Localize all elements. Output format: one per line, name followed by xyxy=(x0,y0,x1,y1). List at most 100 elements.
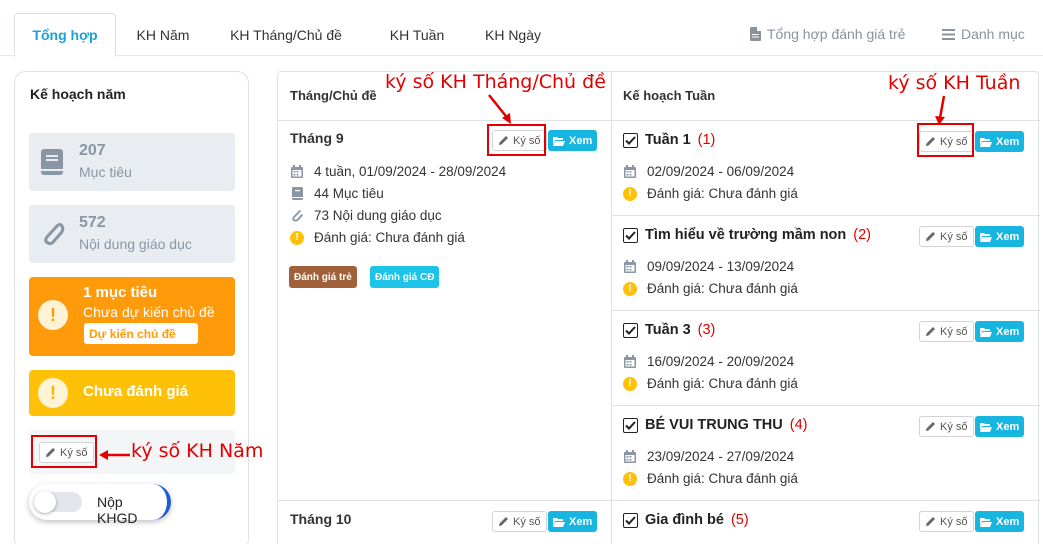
week-title-row: Tuần 1 (1) xyxy=(623,132,715,148)
pencil-icon xyxy=(926,422,935,431)
week-dates: 23/09/2024 - 27/09/2024 xyxy=(623,449,794,464)
year-sign-arrow-icon xyxy=(99,450,130,460)
pencil-icon xyxy=(926,327,935,336)
week-view-button[interactable]: Xem xyxy=(975,131,1025,152)
week-view-button[interactable]: Xem xyxy=(975,321,1025,342)
goals-stat-card[interactable]: 207 Mục tiêu xyxy=(29,133,235,191)
tab-tong-hop[interactable]: Tổng hợp xyxy=(14,13,116,57)
info-text: 44 Mục tiêu xyxy=(314,186,384,201)
week-row-divider xyxy=(611,500,1040,501)
badge-danh-gia-cd[interactable]: Đánh giá CĐ xyxy=(370,266,440,288)
week-checkbox[interactable] xyxy=(623,512,638,528)
week-sign-annotation: ký số KH Tuần xyxy=(888,72,1021,94)
week-evaluation: ! Đánh giá: Chưa đánh giá xyxy=(623,281,798,296)
book-icon xyxy=(41,149,63,175)
week-dates: 16/09/2024 - 20/09/2024 xyxy=(623,354,794,369)
folder-open-icon xyxy=(553,136,565,146)
warning-icon: ! xyxy=(290,230,304,245)
week-row-divider xyxy=(611,405,1040,406)
week-view-button[interactable]: Xem xyxy=(975,416,1025,437)
week-checkbox[interactable] xyxy=(623,417,638,433)
week-dates: 09/09/2024 - 13/09/2024 xyxy=(623,259,794,274)
week-title-row: Tìm hiểu về trường mầm non (2) xyxy=(623,227,871,243)
sidebar-title: Kế hoạch năm xyxy=(30,86,126,102)
tong-hop-danh-gia-tre-link[interactable]: Tổng hợp đánh giá trẻ xyxy=(750,26,905,42)
calendar-icon xyxy=(623,450,637,464)
badge-danh-gia-tre[interactable]: Đánh giá trẻ xyxy=(289,266,357,288)
pencil-icon xyxy=(499,517,508,526)
folder-open-icon xyxy=(980,137,992,147)
warning-icon: ! xyxy=(623,376,637,391)
month-title: Tháng 10 xyxy=(290,511,352,527)
pencil-icon xyxy=(926,232,935,241)
week-sign-button[interactable]: Ký số xyxy=(919,226,974,247)
paperclip-icon xyxy=(290,209,304,223)
danh-muc-link[interactable]: Danh mục xyxy=(942,26,1025,42)
tab-label: Tổng hợp xyxy=(32,27,98,43)
du-kien-chu-de-button[interactable]: Dự kiến chủ đề xyxy=(84,323,198,344)
column-divider xyxy=(611,72,612,544)
week-title: Gia đình bé xyxy=(645,512,724,528)
month-sign-button[interactable]: Ký số xyxy=(492,511,547,532)
column-header-month: Tháng/Chủ đề xyxy=(290,88,377,103)
month-weeks-range: 4 tuần, 01/09/2024 - 28/09/2024 xyxy=(290,164,506,179)
button-label: Xem xyxy=(569,515,593,528)
tab-kh-thang[interactable]: KH Tháng/Chủ đề xyxy=(220,13,352,57)
button-label: Xem xyxy=(569,134,593,147)
month-view-button[interactable]: Xem xyxy=(548,511,598,532)
week-title: Tuần 3 xyxy=(645,322,691,338)
year-plan-sidebar: Kế hoạch năm 207 Mục tiêu 572 Nội dung g… xyxy=(14,71,249,544)
warning-title: 1 mục tiêu xyxy=(83,284,158,301)
year-sign-annotation-box xyxy=(31,435,97,468)
week-view-button[interactable]: Xem xyxy=(975,511,1025,532)
week-sign-button[interactable]: Ký số xyxy=(919,511,974,532)
stat-label: Mục tiêu xyxy=(79,164,132,180)
week-sign-button[interactable]: Ký số xyxy=(919,416,974,437)
contents-stat-card[interactable]: 572 Nội dung giáo dục xyxy=(29,205,235,263)
tab-kh-ngay[interactable]: KH Ngày xyxy=(472,13,554,57)
week-number: (5) xyxy=(730,512,749,528)
warning-subtitle: Chưa dự kiến chủ đề xyxy=(83,304,215,320)
week-evaluation: ! Đánh giá: Chưa đánh giá xyxy=(623,471,798,486)
check-icon xyxy=(625,420,636,430)
check-icon xyxy=(625,325,636,335)
month-title: Tháng 9 xyxy=(290,130,344,146)
month-sign-annotation-box xyxy=(487,124,546,156)
tab-kh-nam[interactable]: KH Năm xyxy=(120,13,206,57)
check-icon xyxy=(625,135,636,145)
calendar-icon xyxy=(290,165,304,179)
column-header-week: Kế hoạch Tuần xyxy=(623,88,716,103)
week-title: BÉ VUI TRUNG THU xyxy=(645,417,783,433)
nop-khgd-toggle[interactable] xyxy=(34,491,82,513)
info-text: Đánh giá: Chưa đánh giá xyxy=(647,281,798,296)
exclamation-icon: ! xyxy=(38,378,68,408)
month-view-button[interactable]: Xem xyxy=(548,130,598,151)
button-label: Ký số xyxy=(940,325,968,338)
week-evaluation: ! Đánh giá: Chưa đánh giá xyxy=(623,376,798,391)
week-checkbox[interactable] xyxy=(623,227,638,243)
paperclip-icon xyxy=(44,223,65,246)
week-sign-annotation-box xyxy=(917,123,974,157)
check-icon xyxy=(625,515,636,525)
week-number: (2) xyxy=(853,227,872,243)
month-sign-arrow-icon xyxy=(488,94,511,124)
button-label: Xem xyxy=(996,515,1020,528)
stat-number: 572 xyxy=(79,214,106,231)
tab-label: KH Tuần xyxy=(389,27,445,43)
week-title-row: Gia đình bé (5) xyxy=(623,512,749,528)
folder-open-icon xyxy=(553,517,565,527)
week-row-divider xyxy=(611,215,1040,216)
week-checkbox[interactable] xyxy=(623,132,638,148)
month-evaluation: ! Đánh giá: Chưa đánh giá xyxy=(290,230,465,245)
week-number: (1) xyxy=(697,132,716,148)
button-label: Ký số xyxy=(513,515,541,528)
nop-khgd-toggle-card: Nộp KHGD xyxy=(29,484,171,526)
folder-open-icon xyxy=(980,517,992,527)
check-icon xyxy=(625,230,636,240)
month-row-divider xyxy=(278,500,611,501)
tab-kh-tuan[interactable]: KH Tuần xyxy=(374,13,460,57)
week-view-button[interactable]: Xem xyxy=(975,226,1025,247)
week-checkbox[interactable] xyxy=(623,322,638,338)
week-sign-button[interactable]: Ký số xyxy=(919,321,974,342)
week-number: (3) xyxy=(697,322,716,338)
